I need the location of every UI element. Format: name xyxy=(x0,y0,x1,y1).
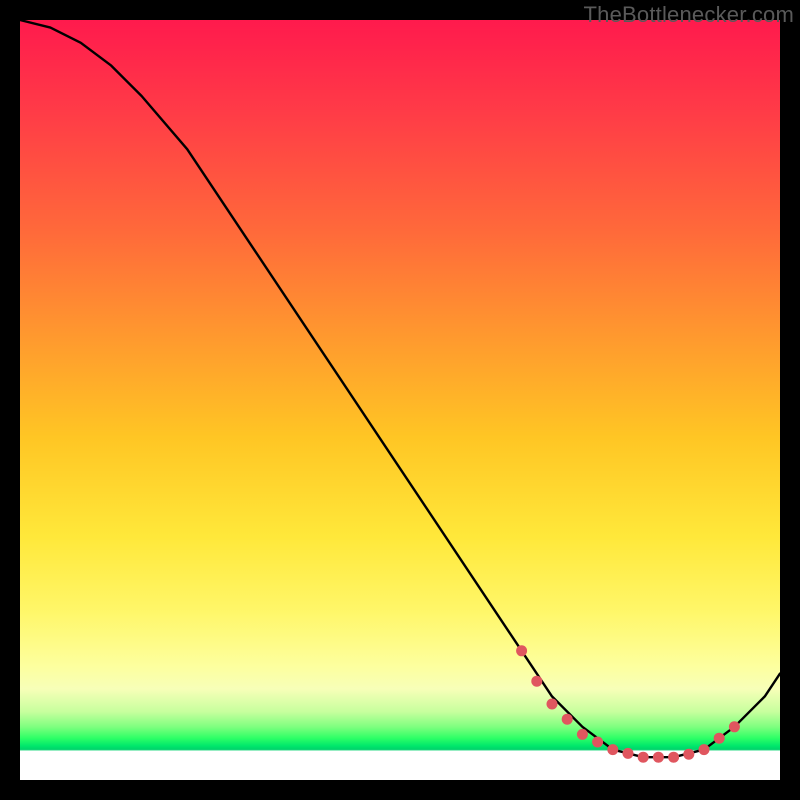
curve-dot xyxy=(531,676,542,687)
curve-dot xyxy=(729,721,740,732)
curve-dots xyxy=(516,645,740,762)
curve-layer xyxy=(20,20,780,780)
curve-dot xyxy=(577,729,588,740)
watermark-text: TheBottlenecker.com xyxy=(584,2,794,28)
curve-dot xyxy=(592,737,603,748)
curve-dot xyxy=(607,744,618,755)
curve-dot xyxy=(547,699,558,710)
curve-dot xyxy=(653,752,664,763)
chart-stage: TheBottlenecker.com xyxy=(0,0,800,800)
curve-dot xyxy=(714,733,725,744)
curve-dot xyxy=(562,714,573,725)
curve-dot xyxy=(623,748,634,759)
curve-dot xyxy=(668,752,679,763)
plot-area xyxy=(20,20,780,780)
curve-dot xyxy=(683,749,694,760)
curve-dot xyxy=(516,645,527,656)
curve-dot xyxy=(699,744,710,755)
bottleneck-curve xyxy=(20,20,780,757)
curve-dot xyxy=(638,752,649,763)
